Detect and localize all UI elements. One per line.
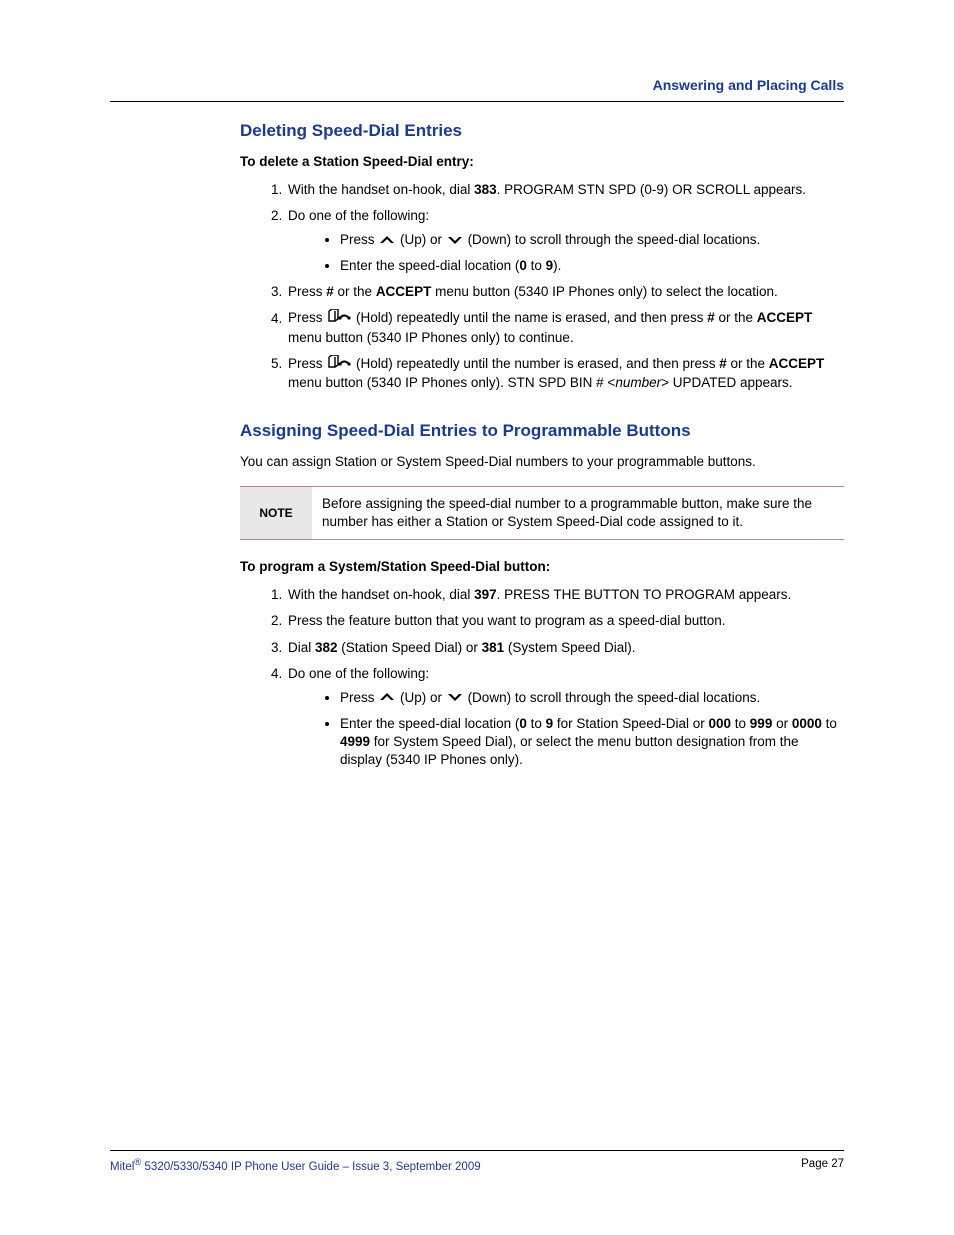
text: With the handset on-hook, dial <box>288 587 474 602</box>
list-item: Press (Up) or (Down) to scroll through t… <box>340 231 844 250</box>
text: Dial <box>288 640 315 655</box>
heading-deleting: Deleting Speed-Dial Entries <box>240 120 844 143</box>
list-item: Press (Hold) repeatedly until the name i… <box>286 309 844 346</box>
text: 0 <box>519 258 527 273</box>
list-item: Do one of the following: Press (Up) or (… <box>286 207 844 275</box>
sublist: Press (Up) or (Down) to scroll through t… <box>288 231 844 275</box>
hold-icon <box>326 355 352 374</box>
text: Press <box>288 356 326 371</box>
text: 0 <box>519 716 527 731</box>
text: 0000 <box>792 716 822 731</box>
footer: Mitel® 5320/5330/5340 IP Phone User Guid… <box>110 1150 844 1175</box>
list-item: Press the feature button that you want t… <box>286 612 844 630</box>
up-arrow-icon <box>378 232 396 250</box>
text: Press the feature button that you want t… <box>288 613 726 628</box>
text: (Hold) repeatedly until the name is eras… <box>356 311 707 326</box>
footer-left: Mitel® 5320/5330/5340 IP Phone User Guid… <box>110 1157 481 1175</box>
footer-right: Page 27 <box>801 1157 844 1175</box>
text: to <box>527 258 546 273</box>
text: or the <box>334 284 376 299</box>
list-item: Press # or the ACCEPT menu button (5340 … <box>286 283 844 301</box>
header-section-title: Answering and Placing Calls <box>110 76 844 102</box>
text: # <box>719 356 727 371</box>
code: 381 <box>482 640 505 655</box>
text: (Hold) repeatedly until the number is er… <box>356 356 719 371</box>
text: menu button (5340 IP Phones only). STN S… <box>288 375 615 390</box>
note-box: NOTE Before assigning the speed-dial num… <box>240 486 844 540</box>
text: > UPDATED appears. <box>661 375 792 390</box>
text: (System Speed Dial). <box>504 640 635 655</box>
code: 397 <box>474 587 497 602</box>
text: Press <box>288 311 326 326</box>
text: # <box>707 311 715 326</box>
text: (Down) to scroll through the speed-dial … <box>468 690 761 705</box>
text: # <box>326 284 334 299</box>
text: Press <box>288 284 326 299</box>
text: 4999 <box>340 734 370 749</box>
text: 000 <box>709 716 732 731</box>
text: or the <box>715 311 757 326</box>
text: for System Speed Dial), or select the me… <box>340 734 799 767</box>
text: menu button (5340 IP Phones only) to con… <box>288 330 574 345</box>
intro-delete: To delete a Station Speed-Dial entry: <box>240 153 844 171</box>
text: to <box>822 716 837 731</box>
text: ACCEPT <box>757 311 813 326</box>
list-item: Do one of the following: Press (Up) or (… <box>286 665 844 769</box>
text: (Up) or <box>400 690 446 705</box>
down-arrow-icon <box>446 689 464 707</box>
text: ). <box>553 258 561 273</box>
text: 5320/5330/5340 IP Phone User Guide – Iss… <box>141 1160 480 1172</box>
text: Do one of the following: <box>288 666 429 681</box>
text: . PROGRAM STN SPD (0-9) OR SCROLL appear… <box>497 182 806 197</box>
up-arrow-icon <box>378 689 396 707</box>
text: for Station Speed-Dial or <box>553 716 708 731</box>
note-text: Before assigning the speed-dial number t… <box>312 487 844 539</box>
list-item: Press (Up) or (Down) to scroll through t… <box>340 689 844 708</box>
text: Press <box>340 232 378 247</box>
text: (Down) to scroll through the speed-dial … <box>468 232 761 247</box>
text: Enter the speed-dial location ( <box>340 716 519 731</box>
code: 383 <box>474 182 497 197</box>
sublist: Press (Up) or (Down) to scroll through t… <box>288 689 844 769</box>
program-steps: With the handset on-hook, dial 397. PRES… <box>240 586 844 769</box>
text: number <box>615 375 661 390</box>
content-area: Deleting Speed-Dial Entries To delete a … <box>240 120 844 769</box>
paragraph: You can assign Station or System Speed-D… <box>240 453 844 471</box>
text: menu button (5340 IP Phones only) to sel… <box>431 284 777 299</box>
heading-assigning: Assigning Speed-Dial Entries to Programm… <box>240 420 844 443</box>
hold-icon <box>326 309 352 328</box>
text: Mitel <box>110 1160 134 1172</box>
text: Do one of the following: <box>288 208 429 223</box>
delete-steps: With the handset on-hook, dial 383. PROG… <box>240 181 844 392</box>
code: 382 <box>315 640 338 655</box>
text: Enter the speed-dial location ( <box>340 258 519 273</box>
text: Press <box>340 690 378 705</box>
list-item: Press (Hold) repeatedly until the number… <box>286 355 844 392</box>
list-item: With the handset on-hook, dial 397. PRES… <box>286 586 844 604</box>
list-item: Enter the speed-dial location (0 to 9). <box>340 257 844 275</box>
list-item: Dial 382 (Station Speed Dial) or 381 (Sy… <box>286 639 844 657</box>
list-item: With the handset on-hook, dial 383. PROG… <box>286 181 844 199</box>
text: or <box>772 716 792 731</box>
text: ACCEPT <box>769 356 825 371</box>
text: ACCEPT <box>376 284 432 299</box>
text: 999 <box>750 716 773 731</box>
text: With the handset on-hook, dial <box>288 182 474 197</box>
note-label: NOTE <box>240 487 312 539</box>
text: to <box>731 716 750 731</box>
text: or the <box>727 356 769 371</box>
text: to <box>527 716 546 731</box>
text: (Station Speed Dial) or <box>338 640 482 655</box>
down-arrow-icon <box>446 232 464 250</box>
text: (Up) or <box>400 232 446 247</box>
text: . PRESS THE BUTTON TO PROGRAM appears. <box>497 587 792 602</box>
list-item: Enter the speed-dial location (0 to 9 fo… <box>340 715 844 770</box>
intro-program: To program a System/Station Speed-Dial b… <box>240 558 844 576</box>
